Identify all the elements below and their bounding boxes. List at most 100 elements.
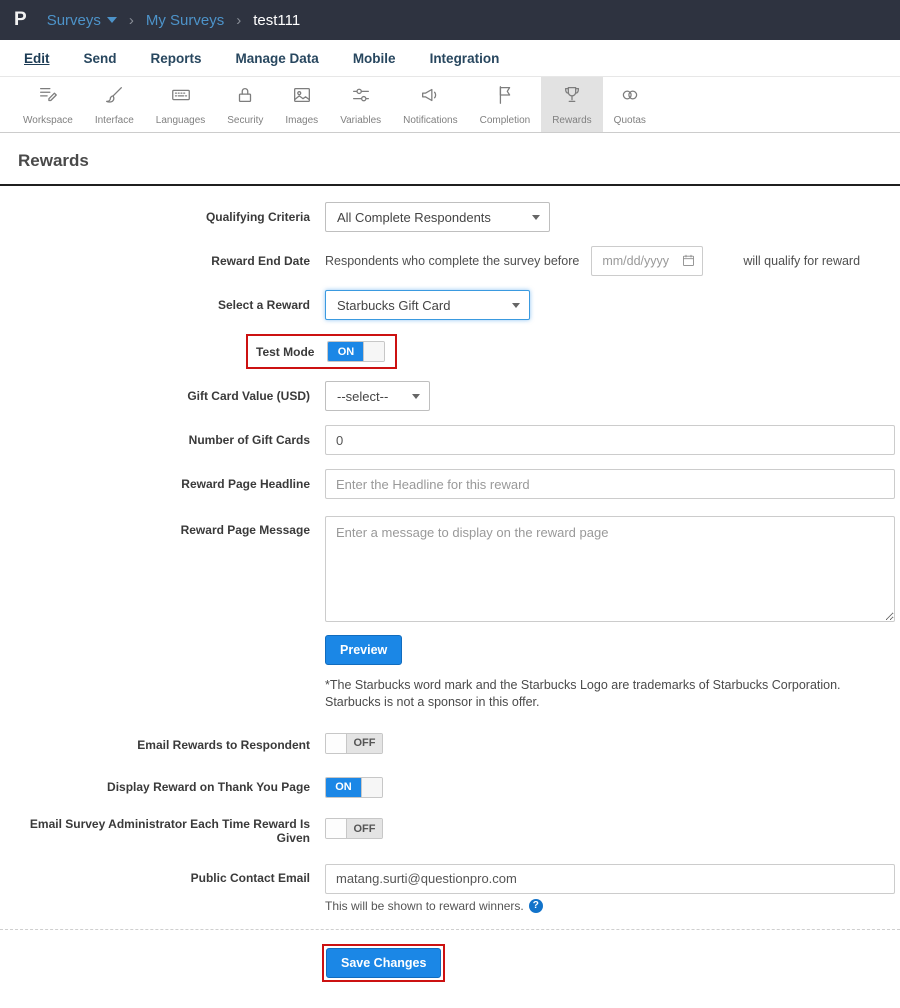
tab-edit[interactable]: Edit bbox=[24, 51, 50, 66]
breadcrumb: Surveys › My Surveys › test111 bbox=[47, 12, 301, 29]
select-value: All Complete Respondents bbox=[337, 209, 491, 225]
number-of-gift-cards-input[interactable] bbox=[325, 425, 895, 455]
toolbar-item-security[interactable]: Security bbox=[216, 77, 274, 132]
toolbar-item-workspace[interactable]: Workspace bbox=[12, 77, 84, 132]
reward-page-message-textarea[interactable] bbox=[325, 516, 895, 622]
toolbar-item-label: Variables bbox=[340, 115, 382, 126]
toggle-state-label: OFF bbox=[347, 733, 382, 753]
tab-mobile[interactable]: Mobile bbox=[353, 51, 396, 66]
toolbar-item-label: Rewards bbox=[552, 115, 592, 126]
save-annotation-box: Save Changes bbox=[322, 943, 446, 982]
languages-icon bbox=[169, 84, 193, 111]
toolbar-item-notifications[interactable]: Notifications bbox=[392, 77, 468, 132]
megaphone-icon bbox=[418, 84, 442, 111]
rings-icon bbox=[618, 84, 642, 111]
lock-icon bbox=[233, 84, 257, 111]
main-tabs: Edit Send Reports Manage Data Mobile Int… bbox=[0, 40, 900, 77]
test-mode-label: Test Mode bbox=[256, 344, 315, 359]
display-reward-toggle[interactable]: ON bbox=[325, 776, 383, 798]
sliders-icon bbox=[349, 84, 373, 111]
toolbar-item-label: Languages bbox=[155, 115, 206, 126]
select-value: --select-- bbox=[337, 388, 389, 404]
toggle-state-label: OFF bbox=[347, 819, 382, 839]
reward-page-message-label: Reward Page Message bbox=[180, 523, 310, 537]
public-contact-email-helper: This will be shown to reward winners. ? bbox=[325, 898, 895, 913]
help-icon[interactable]: ? bbox=[528, 898, 543, 913]
toggle-knob bbox=[326, 733, 347, 753]
toolbar-item-variables[interactable]: Variables bbox=[329, 77, 392, 132]
reward-page-headline-input[interactable] bbox=[325, 469, 895, 499]
reward-end-date-label: Reward End Date bbox=[211, 254, 310, 268]
questionpro-logo[interactable]: P bbox=[14, 9, 27, 31]
breadcrumb-separator: › bbox=[236, 11, 242, 29]
page-title: Rewards bbox=[18, 151, 89, 170]
topbar: P Surveys › My Surveys › test111 bbox=[0, 0, 900, 40]
toolbar-item-languages[interactable]: Languages bbox=[145, 77, 217, 132]
email-admin-label: Email Survey Administrator Each Time Rew… bbox=[29, 816, 310, 845]
breadcrumb-current: test111 bbox=[253, 11, 301, 29]
breadcrumb-separator: › bbox=[128, 11, 134, 29]
public-contact-email-input[interactable] bbox=[325, 863, 895, 894]
chevron-down-icon bbox=[106, 17, 117, 23]
email-rewards-toggle[interactable]: OFF bbox=[325, 732, 383, 754]
toggle-state-label: ON bbox=[326, 777, 361, 797]
breadcrumb-surveys[interactable]: Surveys bbox=[47, 12, 117, 29]
number-of-gift-cards-label: Number of Gift Cards bbox=[188, 433, 310, 447]
tab-integration[interactable]: Integration bbox=[430, 51, 500, 66]
reward-end-date-suffix: will qualify for reward bbox=[743, 254, 861, 268]
calendar-icon[interactable] bbox=[681, 253, 696, 273]
image-icon bbox=[290, 84, 314, 111]
public-contact-email-label: Public Contact Email bbox=[190, 870, 310, 885]
toolbar-item-label: Notifications bbox=[403, 115, 458, 126]
toggle-state-label: ON bbox=[328, 342, 364, 361]
toolbar-item-label: Quotas bbox=[613, 115, 646, 126]
test-mode-annotation-box: Test Mode ON bbox=[246, 334, 398, 369]
email-rewards-label: Email Rewards to Respondent bbox=[137, 738, 310, 753]
test-mode-toggle[interactable]: ON bbox=[327, 341, 386, 362]
chevron-down-icon bbox=[532, 214, 540, 220]
select-reward-label: Select a Reward bbox=[217, 298, 310, 312]
toolbar-item-label: Completion bbox=[479, 115, 531, 126]
surveys-label: Surveys bbox=[46, 11, 101, 29]
dashed-divider bbox=[0, 928, 900, 930]
toolbar-item-interface[interactable]: Interface bbox=[84, 77, 145, 132]
workspace-icon bbox=[36, 84, 60, 111]
starbucks-disclaimer: *The Starbucks word mark and the Starbuc… bbox=[325, 678, 841, 709]
gift-card-value-select[interactable]: --select-- bbox=[325, 381, 430, 411]
select-value: Starbucks Gift Card bbox=[337, 297, 451, 313]
chevron-down-icon bbox=[412, 393, 420, 399]
rewards-form: Qualifying Criteria All Complete Respond… bbox=[0, 186, 900, 1008]
reward-page-headline-label: Reward Page Headline bbox=[181, 477, 310, 491]
breadcrumb-my-surveys[interactable]: My Surveys bbox=[146, 12, 224, 29]
gift-card-value-label: Gift Card Value (USD) bbox=[187, 389, 310, 403]
tab-reports[interactable]: Reports bbox=[151, 51, 202, 66]
interface-icon bbox=[102, 84, 126, 111]
flag-icon bbox=[493, 84, 517, 111]
email-admin-toggle[interactable]: OFF bbox=[325, 818, 383, 840]
helper-text: This will be shown to reward winners. bbox=[325, 898, 524, 913]
toolbar-item-completion[interactable]: Completion bbox=[469, 77, 542, 132]
reward-end-date-prefix: Respondents who complete the survey befo… bbox=[325, 254, 580, 268]
toolbar-item-label: Images bbox=[285, 115, 319, 126]
edit-toolbar: Workspace Interface Languages Security I… bbox=[0, 77, 900, 133]
save-changes-button[interactable]: Save Changes bbox=[326, 947, 442, 978]
preview-button[interactable]: Preview bbox=[325, 635, 403, 665]
toggle-knob bbox=[363, 342, 385, 361]
select-reward-select[interactable]: Starbucks Gift Card bbox=[325, 290, 530, 320]
toggle-knob bbox=[361, 777, 382, 797]
toolbar-item-label: Security bbox=[227, 115, 264, 126]
qualifying-criteria-select[interactable]: All Complete Respondents bbox=[325, 202, 550, 232]
page: P Surveys › My Surveys › test111 Edit Se… bbox=[0, 0, 900, 1008]
qualifying-criteria-label: Qualifying Criteria bbox=[205, 210, 310, 224]
toggle-knob bbox=[326, 819, 347, 839]
toolbar-item-label: Interface bbox=[94, 115, 134, 126]
toolbar-item-rewards[interactable]: Rewards bbox=[541, 77, 603, 132]
trophy-icon bbox=[560, 84, 584, 111]
tab-send[interactable]: Send bbox=[84, 51, 117, 66]
toolbar-item-images[interactable]: Images bbox=[274, 77, 329, 132]
chevron-down-icon bbox=[512, 302, 520, 308]
toolbar-item-quotas[interactable]: Quotas bbox=[603, 77, 657, 132]
toolbar-item-label: Workspace bbox=[23, 115, 73, 126]
display-reward-label: Display Reward on Thank You Page bbox=[107, 780, 310, 795]
tab-manage-data[interactable]: Manage Data bbox=[236, 51, 319, 66]
